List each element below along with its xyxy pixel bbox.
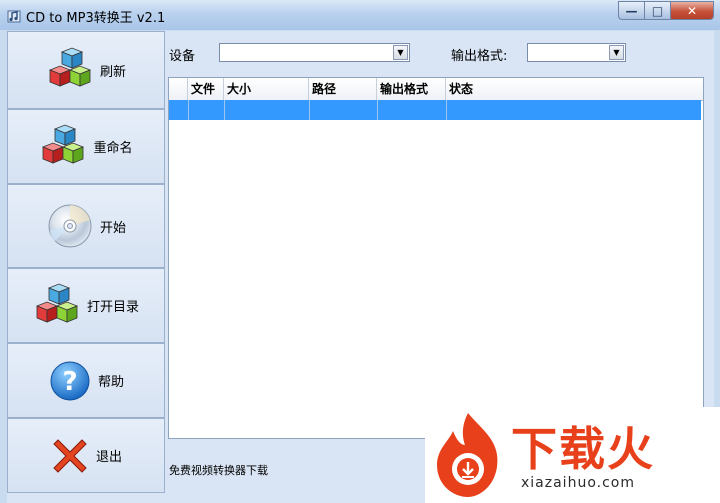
help-label: 帮助 bbox=[97, 375, 124, 390]
column-output-format[interactable]: 输出格式 bbox=[377, 78, 446, 100]
format-select[interactable]: ▼ bbox=[527, 43, 626, 62]
app-window: CD to MP3转换王 v2.1 — □ ✕ 刷新 重命名 开始 打开目录 ?… bbox=[0, 0, 720, 503]
music-note-icon bbox=[7, 10, 21, 23]
column-file[interactable]: 文件 bbox=[188, 78, 224, 100]
rename-label: 重命名 bbox=[93, 141, 133, 156]
exit-button[interactable]: 退出 bbox=[7, 418, 165, 493]
cell-path bbox=[309, 100, 378, 120]
row-selector-header bbox=[169, 78, 188, 100]
exit-label: 退出 bbox=[95, 450, 122, 465]
watermark: 下载火 xiazaihuo.com bbox=[425, 407, 720, 503]
column-size[interactable]: 大小 bbox=[224, 78, 309, 100]
refresh-label: 刷新 bbox=[99, 64, 126, 80]
window-controls: — □ ✕ bbox=[618, 1, 714, 21]
open-folder-label: 打开目录 bbox=[86, 300, 139, 315]
start-label: 开始 bbox=[99, 220, 126, 236]
minimize-icon: — bbox=[625, 3, 638, 18]
cell-size bbox=[224, 100, 310, 120]
cubes-icon bbox=[42, 124, 85, 164]
flame-logo-icon bbox=[437, 413, 498, 497]
device-label: 设备 bbox=[169, 49, 196, 64]
help-icon: ? bbox=[50, 361, 90, 400]
open-folder-button[interactable]: 打开目录 bbox=[7, 268, 165, 343]
device-select[interactable]: ▼ bbox=[219, 43, 410, 62]
watermark-brand: 下载火 bbox=[511, 422, 655, 476]
close-button[interactable]: ✕ bbox=[670, 1, 714, 20]
table-header: 文件 大小 路径 输出格式 状态 bbox=[169, 78, 703, 101]
cell-output-format bbox=[377, 100, 447, 120]
column-status[interactable]: 状态 bbox=[446, 78, 703, 100]
exit-x-icon bbox=[53, 438, 87, 473]
cell-status bbox=[446, 100, 701, 120]
window-title: CD to MP3转换王 v2.1 bbox=[26, 11, 166, 26]
maximize-button[interactable]: □ bbox=[644, 1, 670, 20]
start-button[interactable]: 开始 bbox=[7, 184, 165, 268]
maximize-icon: □ bbox=[651, 3, 664, 18]
title-bar[interactable]: CD to MP3转换王 v2.1 — □ ✕ bbox=[0, 0, 720, 30]
refresh-button[interactable]: 刷新 bbox=[7, 31, 165, 109]
track-table[interactable]: 文件 大小 路径 输出格式 状态 bbox=[168, 77, 704, 439]
table-row[interactable] bbox=[169, 100, 701, 120]
column-path[interactable]: 路径 bbox=[309, 78, 377, 100]
chevron-down-icon[interactable]: ▼ bbox=[609, 45, 624, 60]
minimize-button[interactable]: — bbox=[618, 1, 644, 20]
cell-file bbox=[188, 100, 225, 120]
cubes-icon bbox=[48, 47, 92, 87]
help-button[interactable]: ? 帮助 bbox=[7, 343, 165, 418]
close-icon: ✕ bbox=[686, 3, 698, 18]
cubes-icon bbox=[35, 283, 79, 323]
status-link[interactable]: 免费视频转换器下载 bbox=[169, 462, 268, 478]
sidebar: 刷新 重命名 开始 打开目录 ? 帮助 退出 bbox=[7, 31, 165, 493]
format-label: 输出格式: bbox=[451, 49, 508, 64]
chevron-down-icon[interactable]: ▼ bbox=[393, 45, 408, 60]
row-selector bbox=[169, 100, 189, 120]
watermark-site: xiazaihuo.com bbox=[521, 475, 635, 491]
cd-disc-icon bbox=[48, 204, 92, 248]
rename-button[interactable]: 重命名 bbox=[7, 109, 165, 184]
svg-text:?: ? bbox=[62, 367, 77, 397]
